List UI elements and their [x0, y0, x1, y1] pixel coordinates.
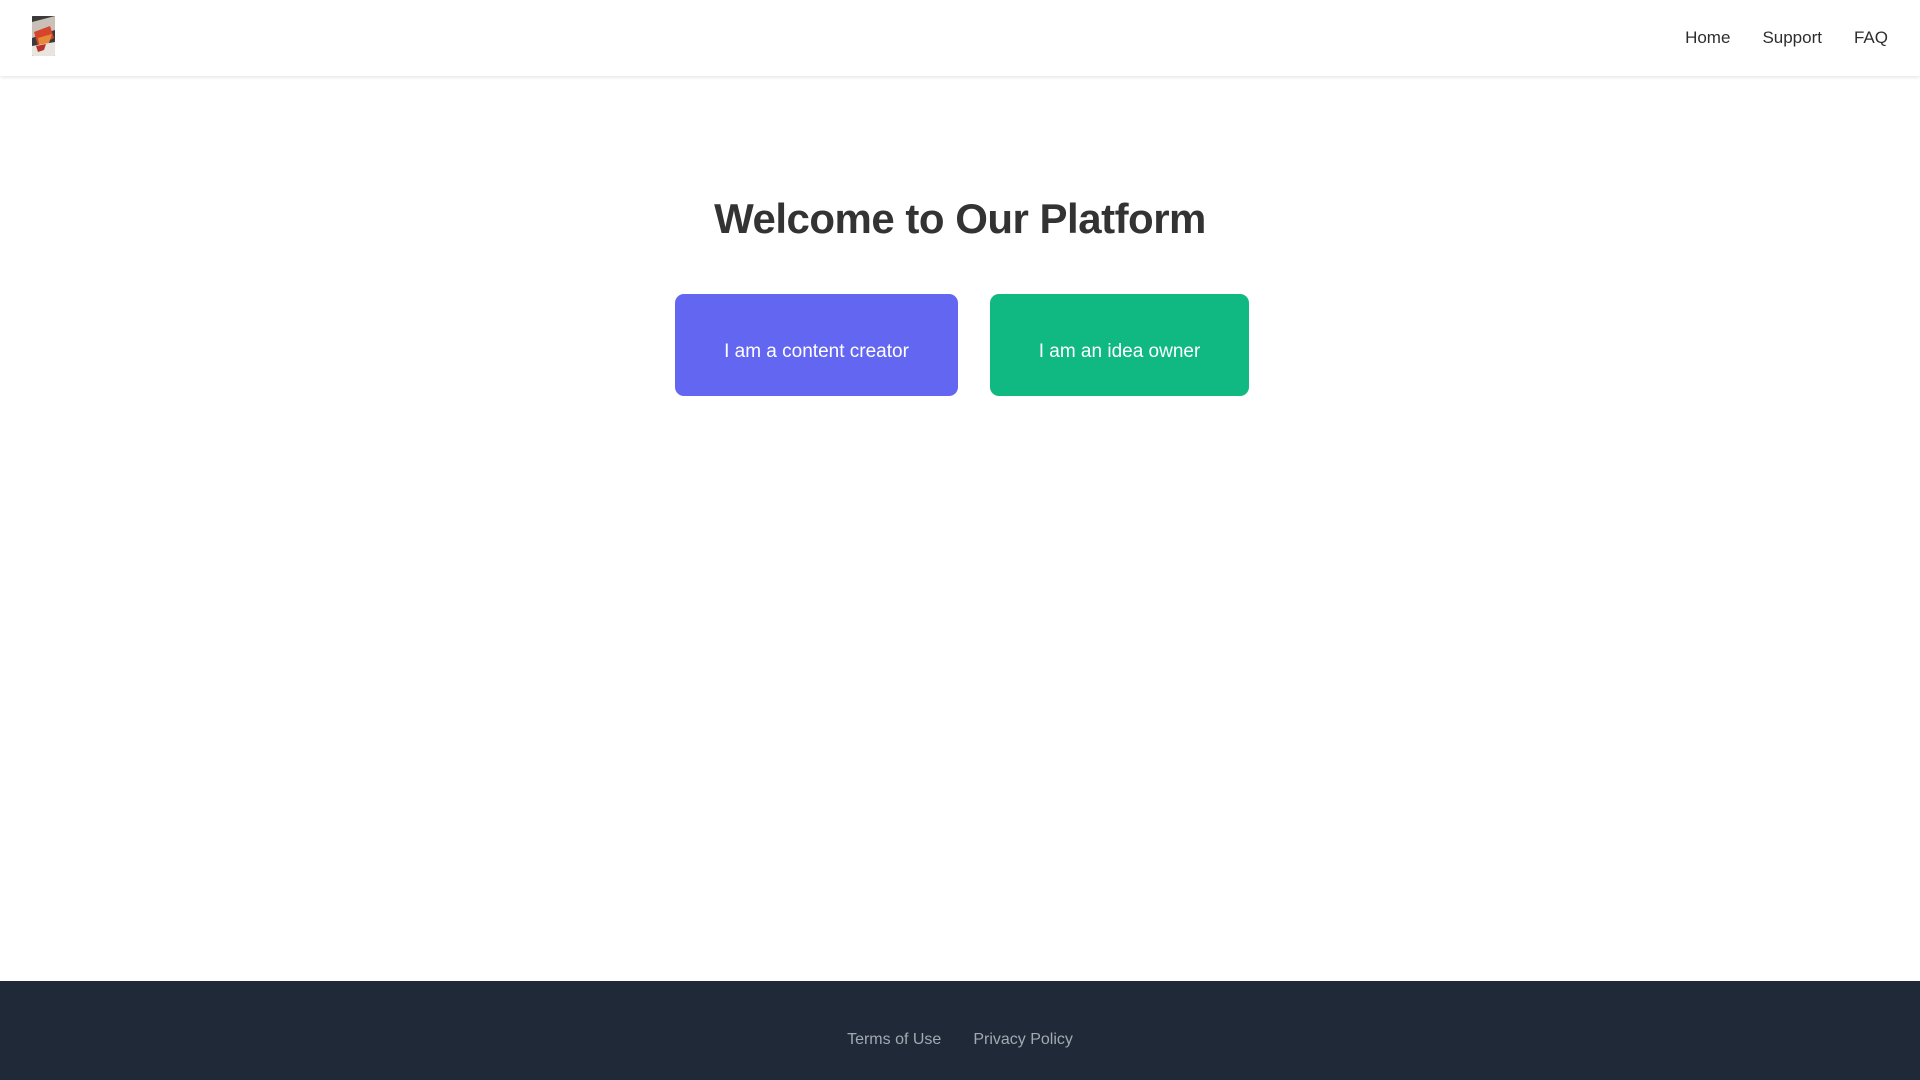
privacy-policy-link[interactable]: Privacy Policy: [973, 1031, 1073, 1049]
nav-support-link[interactable]: Support: [1762, 28, 1822, 48]
main-nav: Home Support FAQ: [1685, 28, 1888, 48]
logo-image-icon[interactable]: [32, 16, 55, 56]
role-choices: I am a content creator I am an idea owne…: [0, 294, 1920, 396]
content-creator-button[interactable]: I am a content creator: [675, 294, 958, 396]
footer: Terms of Use Privacy Policy: [0, 981, 1920, 1080]
page: Home Support FAQ Welcome to Our Platform…: [0, 0, 1920, 1080]
top-navbar: Home Support FAQ: [0, 0, 1920, 76]
nav-home-link[interactable]: Home: [1685, 28, 1730, 48]
idea-owner-button[interactable]: I am an idea owner: [990, 294, 1249, 396]
terms-of-use-link[interactable]: Terms of Use: [847, 1031, 941, 1049]
main-content: Welcome to Our Platform I am a content c…: [0, 76, 1920, 981]
page-title: Welcome to Our Platform: [714, 195, 1206, 242]
nav-faq-link[interactable]: FAQ: [1854, 28, 1888, 48]
